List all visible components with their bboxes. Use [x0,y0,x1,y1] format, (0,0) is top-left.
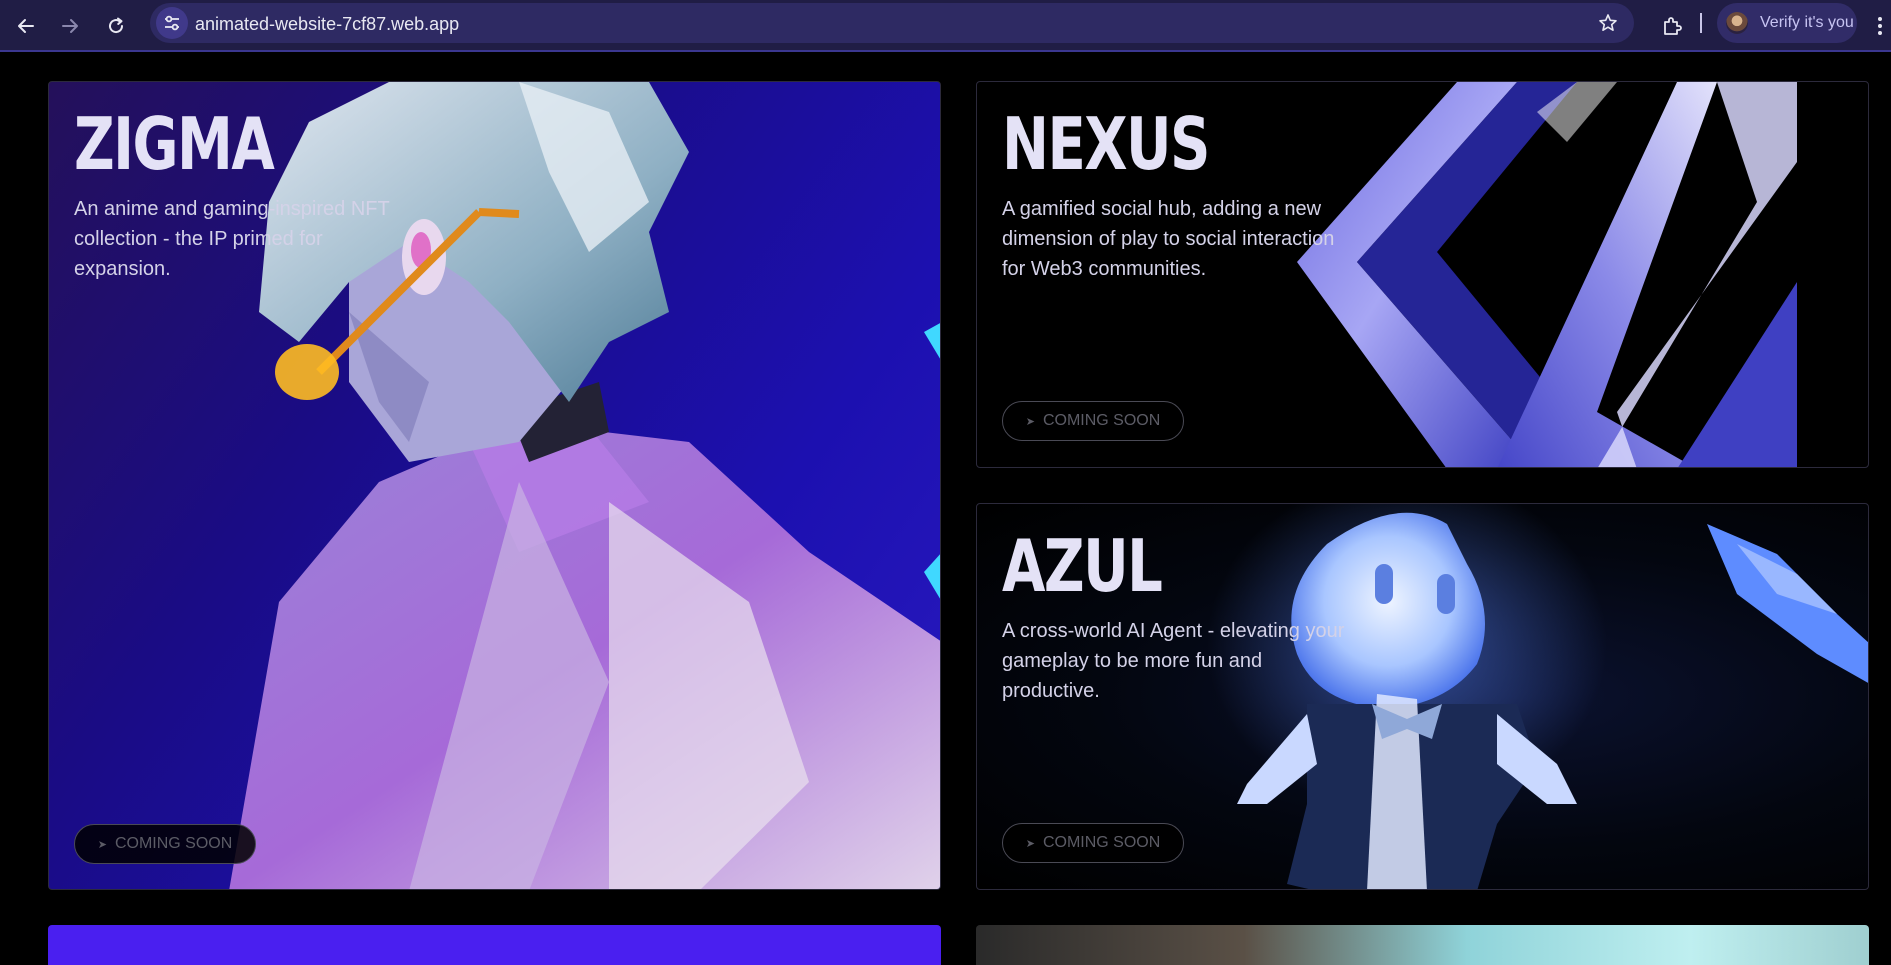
coming-soon-button[interactable]: ➤ COMING SOON [1002,401,1184,441]
extensions-puzzle-icon [1664,17,1682,35]
azul-card[interactable]: AZUL A cross-world AI Agent - elevating … [976,503,1869,890]
card-description: An anime and gaming-inspired NFT collect… [74,198,390,280]
forward-button[interactable] [52,8,88,44]
forward-arrow-icon [62,19,78,33]
button-label: COMING SOON [1042,412,1161,429]
card-title: NEXUS [1002,102,1210,186]
browser-menu-button[interactable] [1870,8,1890,44]
bookmark-star-icon [1599,14,1617,31]
card-title: ZIGMA [74,102,275,186]
extensions-button[interactable] [1654,8,1690,44]
site-settings-icon [165,15,179,31]
kebab-menu-icon [1878,17,1882,35]
bookmark-star-button[interactable] [1598,13,1618,38]
button-label: COMING SOON [114,835,233,852]
location-arrow-icon: ➤ [1025,415,1035,428]
location-arrow-icon: ➤ [1025,837,1035,850]
toolbar-divider [1700,13,1702,33]
url-text[interactable]: animated-website-7cf87.web.app [195,14,459,35]
back-button[interactable] [8,8,44,44]
card-title: AZUL [1002,524,1163,608]
address-bar[interactable]: animated-website-7cf87.web.app [150,3,1634,43]
button-label: COMING SOON [1042,834,1161,851]
avatar [1726,12,1748,34]
profile-label: Verify it's you [1760,14,1854,31]
reload-icon [109,17,124,34]
back-arrow-icon [18,19,34,33]
browser-toolbar: animated-website-7cf87.web.app Verify it… [0,0,1891,52]
reload-button[interactable] [98,8,134,44]
zigma-card[interactable]: ZIGMA An anime and gaming-inspired NFT c… [48,81,941,890]
profile-chip[interactable]: Verify it's you [1717,3,1857,43]
site-settings-button[interactable] [156,7,188,39]
card-description: A gamified social hub, adding a new dime… [1002,198,1335,280]
coming-soon-button[interactable]: ➤ COMING SOON [1002,823,1184,863]
coming-soon-button[interactable]: ➤ COMING SOON [74,824,256,864]
nexus-card[interactable]: NEXUS A gamified social hub, adding a ne… [976,81,1869,468]
card-description: A cross-world AI Agent - elevating your … [1002,620,1345,702]
next-card-purple[interactable] [48,925,941,965]
next-card-artwork[interactable] [976,925,1869,965]
location-arrow-icon: ➤ [97,838,107,851]
